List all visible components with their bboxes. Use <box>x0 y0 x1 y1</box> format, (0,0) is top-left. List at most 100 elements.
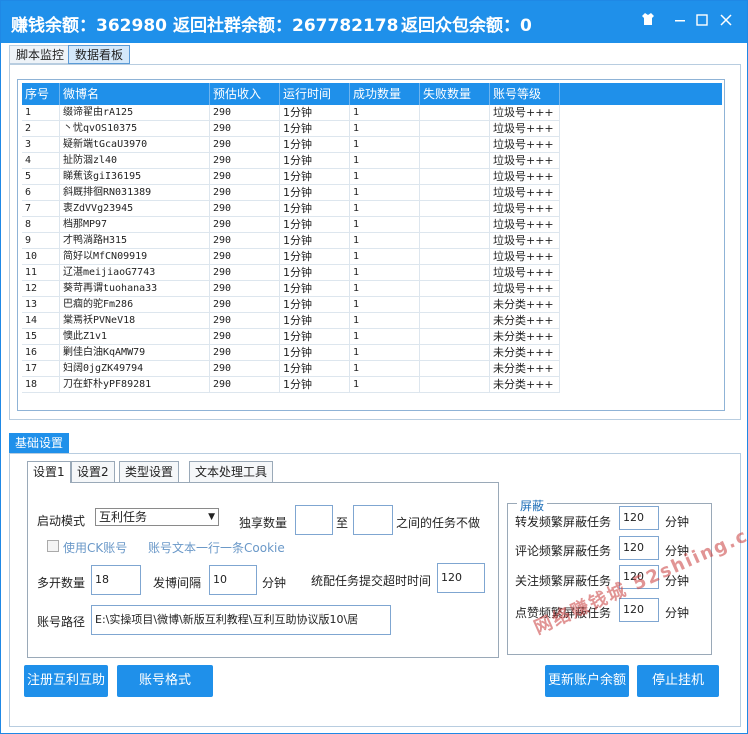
subtab-settings-2[interactable]: 设置2 <box>71 461 115 482</box>
multi-open-label: 多开数量 <box>37 576 86 590</box>
table-cell: 1 <box>350 169 420 185</box>
minimize-icon[interactable] <box>669 11 691 33</box>
table-cell: 290 <box>210 297 280 313</box>
shield-comment-input[interactable]: 120 <box>619 536 659 560</box>
shield-repost-input[interactable]: 120 <box>619 506 659 530</box>
shield-comment-label: 评论频繁屏蔽任务 <box>515 544 612 558</box>
table-cell: 5 <box>22 169 60 185</box>
table-cell: 巴痼的驼Fm286 <box>60 297 210 313</box>
interval-input[interactable]: 10 <box>209 565 257 595</box>
ck-account-label: 使用CK账号 <box>63 541 128 555</box>
table-cell: 17 <box>22 361 60 377</box>
table-cell <box>420 121 490 137</box>
table-cell: 1分钟 <box>280 169 350 185</box>
table-row[interactable]: 12 葵苛再谓tuohana33 290 1分钟 1 垃圾号+++ <box>22 281 722 297</box>
table-row[interactable]: 16 剿佳白油KqAMW79 290 1分钟 1 未分类+++ <box>22 345 722 361</box>
table-cell <box>420 329 490 345</box>
table-cell: 290 <box>210 185 280 201</box>
table-cell <box>420 313 490 329</box>
table-cell: 7 <box>22 201 60 217</box>
exclusive-to-input[interactable] <box>353 505 393 535</box>
earn-balance: 赚钱余额：362980 <box>11 16 167 36</box>
table-cell: 1 <box>350 377 420 393</box>
table-cell: 未分类+++ <box>490 345 560 361</box>
col-weibo-name[interactable]: 微博名 <box>60 83 210 105</box>
table-cell: 8 <box>22 217 60 233</box>
table-cell: 1分钟 <box>280 233 350 249</box>
table-cell: 14 <box>22 313 60 329</box>
table-empty-row <box>22 393 722 410</box>
table-cell: 1分钟 <box>280 249 350 265</box>
table-cell: 未分类+++ <box>490 329 560 345</box>
table-cell: 1 <box>350 297 420 313</box>
table-cell: 290 <box>210 249 280 265</box>
table-cell <box>420 201 490 217</box>
col-index[interactable]: 序号 <box>22 83 60 105</box>
col-success[interactable]: 成功数量 <box>350 83 420 105</box>
table-cell: 290 <box>210 217 280 233</box>
table-row[interactable]: 17 妇阔0jgZK49794 290 1分钟 1 未分类+++ <box>22 361 722 377</box>
table-cell: 290 <box>210 105 280 121</box>
table-row[interactable]: 15 懊此Z1v1 290 1分钟 1 未分类+++ <box>22 329 722 345</box>
shield-repost-unit: 分钟 <box>665 515 690 529</box>
ck-account-checkbox[interactable] <box>47 540 59 552</box>
maximize-icon[interactable] <box>691 11 713 33</box>
table-cell: 葵苛再谓tuohana33 <box>60 281 210 297</box>
table-row[interactable]: 14 棠焉袄PVNeV18 290 1分钟 1 未分类+++ <box>22 313 722 329</box>
table-cell: 辽湛meijiaoG7743 <box>60 265 210 281</box>
col-level[interactable]: 账号等级 <box>490 83 560 105</box>
col-fail[interactable]: 失败数量 <box>420 83 490 105</box>
table-cell: 垃圾号+++ <box>490 105 560 121</box>
table-cell <box>420 345 490 361</box>
table-cell: 1分钟 <box>280 361 350 377</box>
shirt-icon[interactable] <box>637 11 659 33</box>
account-format-button[interactable]: 账号格式 <box>117 665 213 697</box>
table-row[interactable]: 4 扯防涸zl40 290 1分钟 1 垃圾号+++ <box>22 153 722 169</box>
table-cell <box>420 169 490 185</box>
tab-script-monitor[interactable]: 脚本监控 <box>9 45 72 64</box>
table-cell: 290 <box>210 153 280 169</box>
table-row[interactable]: 10 简好以MfCN09919 290 1分钟 1 垃圾号+++ <box>22 249 722 265</box>
to-label: 至 <box>336 516 349 530</box>
table-cell <box>420 217 490 233</box>
table-cell: 垃圾号+++ <box>490 169 560 185</box>
timeout-input[interactable]: 120 <box>437 563 485 593</box>
subtab-text-tools[interactable]: 文本处理工具 <box>189 461 274 482</box>
table-row[interactable]: 2 丶忧qvOS10375 290 1分钟 1 垃圾号+++ <box>22 121 722 137</box>
col-runtime[interactable]: 运行时间 <box>280 83 350 105</box>
table-cell: 290 <box>210 313 280 329</box>
table-cell: 18 <box>22 377 60 393</box>
table-cell: 垃圾号+++ <box>490 265 560 281</box>
table-row[interactable]: 5 睇蕉该giI36195 290 1分钟 1 垃圾号+++ <box>22 169 722 185</box>
table-row[interactable]: 7 衷ZdVVg23945 290 1分钟 1 垃圾号+++ <box>22 201 722 217</box>
table-cell: 1 <box>350 313 420 329</box>
table-row[interactable]: 1 缀谛翟由rA125 290 1分钟 1 垃圾号+++ <box>22 105 722 121</box>
start-mode-select[interactable]: 互利任务 ▼ <box>95 508 219 526</box>
tab-basic-settings[interactable]: 基础设置 <box>9 433 70 453</box>
shield-repost-label: 转发频繁屏蔽任务 <box>515 515 612 529</box>
exclusive-from-input[interactable] <box>295 505 333 535</box>
table-cell: 垃圾号+++ <box>490 153 560 169</box>
table-row[interactable]: 18 刀在虾朴yPF89281 290 1分钟 1 未分类+++ <box>22 377 722 393</box>
table-cell: 才鸭淌路H315 <box>60 233 210 249</box>
table-row[interactable]: 8 档那MP97 290 1分钟 1 垃圾号+++ <box>22 217 722 233</box>
account-table[interactable]: 序号 微博名 预估收入 运行时间 成功数量 失败数量 账号等级 1 缀谛翟由rA1… <box>17 79 725 411</box>
tab-data-board[interactable]: 数据看板 <box>68 45 131 64</box>
table-row[interactable]: 9 才鸭淌路H315 290 1分钟 1 垃圾号+++ <box>22 233 722 249</box>
app-window: 赚钱余额：362980 返回社群余额：267782178 返回众包余额：0 脚本… <box>0 0 748 734</box>
register-button[interactable]: 注册互利互助 <box>24 665 108 697</box>
table-cell: 1 <box>350 281 420 297</box>
account-path-input[interactable]: E:\实操项目\微博\新版互利教程\互利互助协议版10\居 <box>91 605 391 635</box>
subtab-type-settings[interactable]: 类型设置 <box>119 461 180 482</box>
col-income[interactable]: 预估收入 <box>210 83 280 105</box>
table-cell: 290 <box>210 361 280 377</box>
subtab-settings-1[interactable]: 设置1 <box>27 461 71 483</box>
table-cell: 缀谛翟由rA125 <box>60 105 210 121</box>
close-icon[interactable] <box>715 11 737 33</box>
multi-open-input[interactable]: 18 <box>91 565 141 595</box>
table-cell <box>420 361 490 377</box>
table-row[interactable]: 3 疑新端tGcaU3970 290 1分钟 1 垃圾号+++ <box>22 137 722 153</box>
table-row[interactable]: 6 斜厩排徊RN031389 290 1分钟 1 垃圾号+++ <box>22 185 722 201</box>
table-row[interactable]: 13 巴痼的驼Fm286 290 1分钟 1 未分类+++ <box>22 297 722 313</box>
table-row[interactable]: 11 辽湛meijiaoG7743 290 1分钟 1 垃圾号+++ <box>22 265 722 281</box>
